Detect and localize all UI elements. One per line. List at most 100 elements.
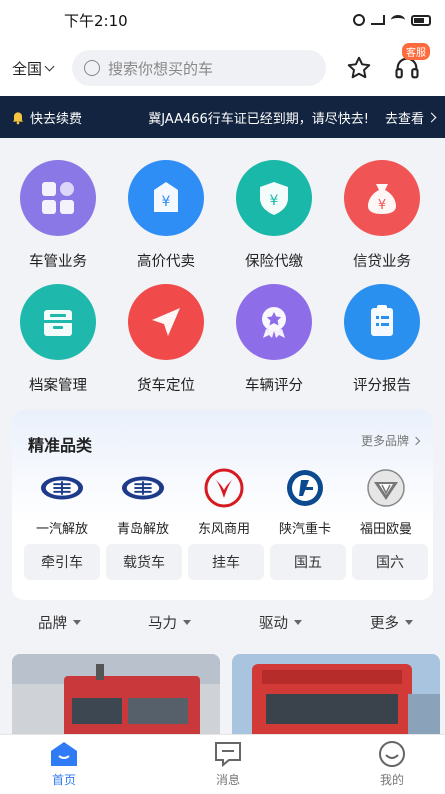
bell-icon (12, 112, 24, 125)
caret-down-icon (73, 620, 81, 625)
faw-logo-icon (40, 466, 84, 510)
type-chip[interactable]: 挂车 (188, 544, 264, 580)
type-chip[interactable]: 载货车 (106, 544, 182, 580)
profile-icon (377, 741, 407, 767)
filter-label: 驱动 (259, 616, 288, 632)
notice-message: 冀JAA466行车证已经到期，请尽快去! (148, 111, 369, 127)
svg-text:¥: ¥ (162, 194, 171, 210)
filter-label: 品牌 (38, 616, 67, 632)
brand-item[interactable]: 东风商用 (184, 466, 264, 537)
view-notice-label: 去查看 (384, 111, 424, 127)
shacman-logo-icon (283, 466, 327, 510)
renew-label: 快去续费 (30, 111, 83, 127)
alarm-icon (353, 14, 365, 26)
region-label: 全国 (12, 59, 43, 78)
status-icons (353, 14, 431, 26)
brand-item[interactable]: 一汽解放 (22, 466, 102, 537)
wifi-icon (391, 15, 405, 25)
filter-brand[interactable]: 品牌 (38, 612, 81, 633)
caret-down-icon (294, 620, 302, 625)
search-input[interactable]: 搜索你想买的车 (72, 50, 326, 86)
money-bag-icon: ¥ (344, 160, 420, 236)
archive-icon (20, 284, 96, 360)
brand-item[interactable]: 陕汽重卡 (265, 466, 345, 537)
favorites-button[interactable] (344, 53, 374, 83)
svg-text:¥: ¥ (270, 193, 279, 209)
caret-down-icon (405, 620, 413, 625)
filter-bar: 品牌 马力 驱动 更多 (0, 612, 445, 642)
service-label: 保险代缴 (245, 254, 303, 270)
status-bar: 下午2:10 (0, 0, 445, 40)
brand-item[interactable]: 青岛解放 (103, 466, 183, 537)
service-label: 高价代卖 (137, 254, 195, 270)
filter-label: 更多 (370, 616, 399, 632)
type-chip[interactable]: 国五 (270, 544, 346, 580)
service-item-insurance[interactable]: ¥ 保险代缴 (224, 160, 324, 271)
more-brands-link[interactable]: 更多品牌 (360, 432, 421, 449)
brand-name: 东风商用 (197, 522, 250, 537)
service-item-truck-location[interactable]: 货车定位 (116, 284, 216, 395)
shield-yen-icon: ¥ (236, 160, 312, 236)
service-item-vehicle-rating[interactable]: 车辆评分 (224, 284, 324, 395)
service-label: 货车定位 (137, 378, 195, 394)
faw-qingdao-logo-icon (121, 466, 165, 510)
filter-more[interactable]: 更多 (370, 612, 413, 633)
tab-home[interactable]: 首页 (24, 741, 104, 788)
signal-icon (371, 15, 385, 25)
tab-label: 首页 (51, 773, 76, 787)
filter-horsepower[interactable]: 马力 (148, 612, 191, 633)
caret-down-icon (183, 620, 191, 625)
service-item-vehicle-admin[interactable]: 车管业务 (8, 160, 108, 271)
category-title: 精准品类 (28, 436, 93, 455)
service-badge: 客服 (402, 43, 430, 60)
service-item-high-price-sale[interactable]: ¥ 高价代卖 (116, 160, 216, 271)
dongfeng-logo-icon (202, 466, 246, 510)
chevron-right-icon (426, 112, 437, 122)
message-icon (213, 741, 243, 768)
status-time: 下午2:10 (64, 11, 128, 30)
service-label: 档案管理 (29, 378, 87, 394)
customer-service-button[interactable]: 客服 (392, 43, 430, 83)
service-item-credit[interactable]: ¥ 信贷业务 (332, 160, 432, 271)
filter-drive[interactable]: 驱动 (259, 612, 302, 633)
svg-text:¥: ¥ (378, 198, 386, 213)
location-arrow-icon (128, 284, 204, 360)
star-icon (347, 56, 371, 79)
search-icon (84, 60, 100, 76)
search-placeholder: 搜索你想买的车 (108, 59, 214, 78)
tab-label: 消息 (215, 773, 240, 787)
filter-label: 马力 (148, 616, 177, 632)
brand-name: 陕汽重卡 (278, 522, 331, 537)
service-label: 车辆评分 (245, 378, 303, 394)
home-icon (49, 741, 79, 767)
tab-profile[interactable]: 我的 (352, 741, 432, 788)
bottom-tab-bar: 首页 消息 我的 (0, 734, 445, 794)
brand-name: 一汽解放 (35, 522, 88, 537)
brand-name: 福田欧曼 (359, 522, 412, 537)
tab-messages[interactable]: 消息 (188, 741, 268, 788)
foton-logo-icon (364, 466, 408, 510)
notice-banner[interactable]: 快去续费 冀JAA466行车证已经到期，请尽快去! 去查看 (0, 96, 445, 138)
rating-badge-icon (236, 284, 312, 360)
service-item-rating-report[interactable]: 评分报告 (332, 284, 432, 395)
price-tag-icon: ¥ (128, 160, 204, 236)
chevron-right-icon (411, 436, 421, 445)
type-chip[interactable]: 国六 (352, 544, 428, 580)
category-card: 精准品类 更多品牌 一汽解放 青岛解放 东风商用 陕汽重卡 福田欧曼 牵引车 载… (12, 410, 433, 600)
report-icon (344, 284, 420, 360)
service-item-archive[interactable]: 档案管理 (8, 284, 108, 395)
brand-name: 青岛解放 (116, 522, 169, 537)
service-label: 评分报告 (353, 378, 411, 394)
service-label: 车管业务 (29, 254, 87, 270)
service-label: 信贷业务 (353, 254, 411, 270)
type-chip[interactable]: 牵引车 (24, 544, 100, 580)
more-brands-label: 更多品牌 (360, 434, 409, 448)
view-notice-link[interactable]: 去查看 (384, 108, 437, 127)
header-bar: 全国 搜索你想买的车 客服 (0, 40, 445, 96)
battery-icon (411, 14, 431, 26)
apps-icon (20, 160, 96, 236)
brand-item[interactable]: 福田欧曼 (346, 466, 426, 537)
region-selector[interactable]: 全国 (12, 58, 66, 79)
tab-label: 我的 (379, 773, 404, 787)
chevron-down-icon (44, 61, 55, 71)
